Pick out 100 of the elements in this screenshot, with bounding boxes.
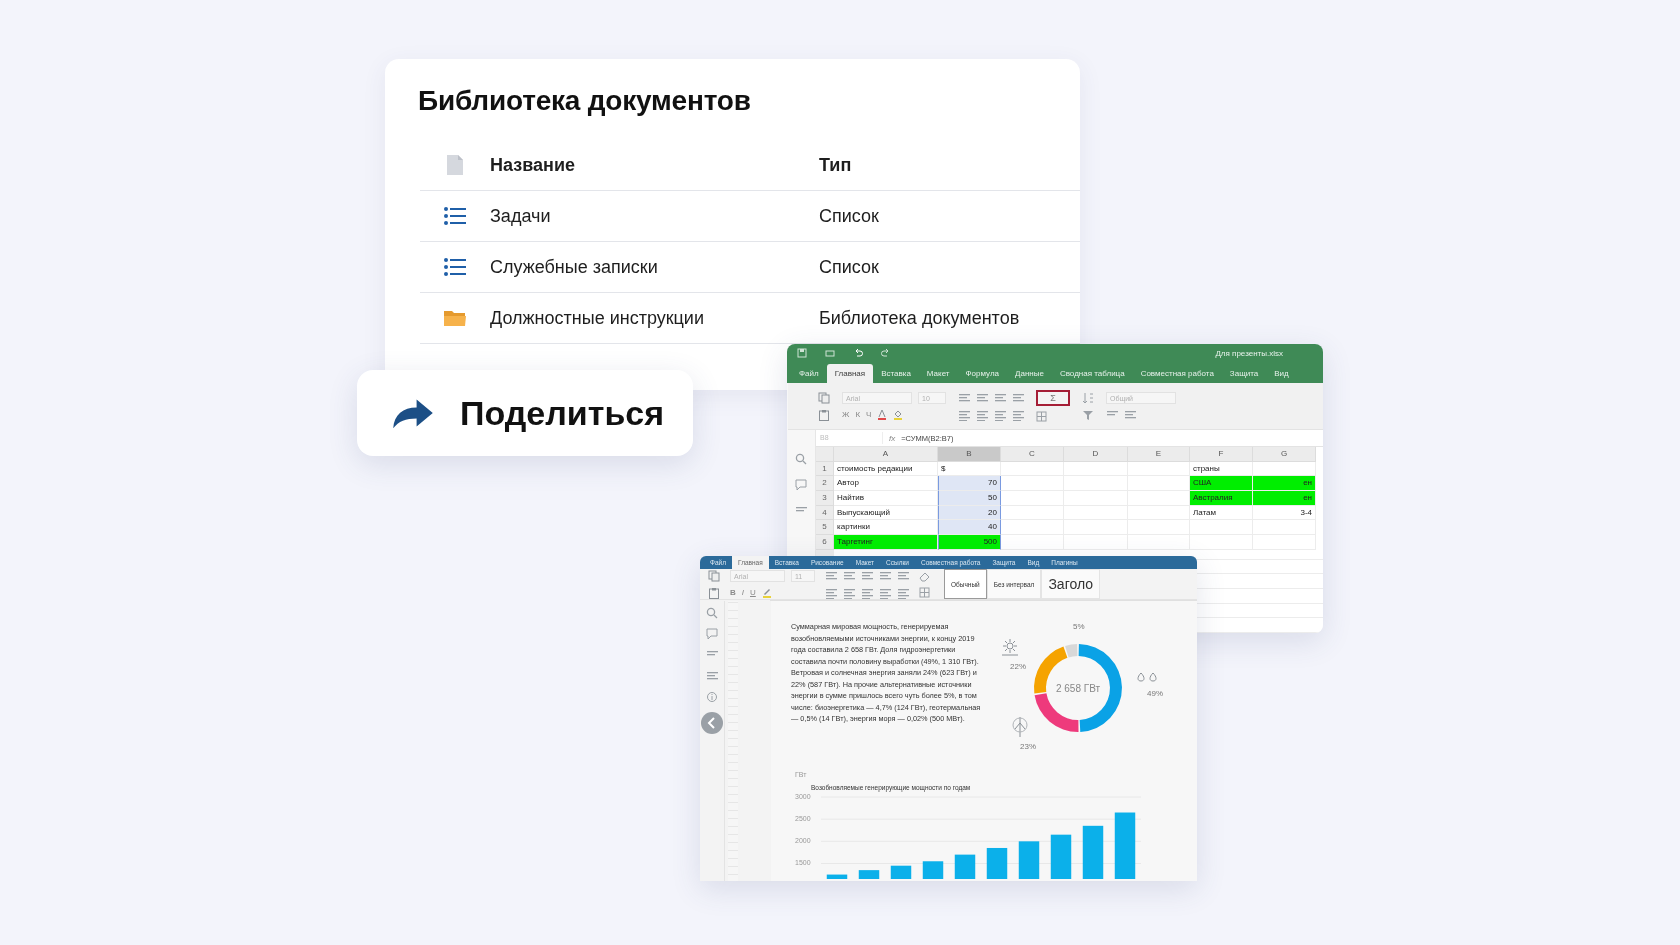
sum-button[interactable]: Σ <box>1036 390 1070 406</box>
spreadsheet-cell: ен <box>1253 476 1316 492</box>
format-button[interactable]: U <box>750 588 756 597</box>
filter-icon <box>1082 408 1094 421</box>
column-header[interactable]: G <box>1253 447 1316 462</box>
format-button[interactable]: B <box>730 588 736 597</box>
document-type: Список <box>819 256 880 278</box>
bar <box>858 870 880 879</box>
paste-icon <box>708 586 720 599</box>
document-name[interactable]: Должностные инструкции <box>490 307 819 329</box>
document-type: Список <box>819 205 880 227</box>
spreadsheet-cell: Таргетинг <box>834 535 938 550</box>
column-header[interactable]: E <box>1128 447 1190 462</box>
ribbon-tab[interactable]: Макет <box>918 364 958 383</box>
undo-icon <box>853 348 863 358</box>
row-header[interactable]: 5 <box>816 520 834 536</box>
column-header: Тип <box>819 154 853 176</box>
function-label: fx <box>889 433 896 443</box>
ribbon-tab[interactable]: Файл <box>791 364 827 383</box>
empty-cell <box>1001 461 1064 477</box>
ribbon-tab[interactable]: Вид <box>1266 364 1297 383</box>
highlight-icon <box>761 587 772 598</box>
bar <box>1018 841 1040 879</box>
align-icon <box>976 391 988 404</box>
ribbon-tab[interactable]: Вставка <box>873 364 919 383</box>
format-button[interactable]: К <box>855 410 861 419</box>
percent-label: 23% <box>1020 742 1036 751</box>
list-format-icon <box>825 569 837 582</box>
redo-icon <box>881 348 891 358</box>
spreadsheet-cell: Латам <box>1190 505 1253 521</box>
column-header[interactable]: A <box>834 447 938 462</box>
column-header[interactable]: F <box>1190 447 1253 462</box>
donut-center-label: 2 658 ГВт <box>1055 683 1101 694</box>
column-header[interactable]: B <box>938 447 1001 462</box>
bar <box>1114 812 1136 879</box>
bar <box>922 861 944 879</box>
print-icon <box>825 348 835 358</box>
ribbon-tab[interactable]: Формула <box>957 364 1007 383</box>
list-format-icon <box>843 569 855 582</box>
comment-icon <box>706 628 718 640</box>
paste-icon <box>818 408 830 421</box>
ribbon-tab[interactable]: Совместная работа <box>1132 364 1222 383</box>
copy-icon <box>818 391 830 404</box>
ribbon-tab[interactable]: Защита <box>1221 364 1267 383</box>
file-name: Для презенты.xlsx <box>1215 348 1283 358</box>
align-icon <box>994 391 1006 404</box>
format-button[interactable]: Ж <box>842 410 850 419</box>
document-name[interactable]: Задачи <box>490 205 819 227</box>
list-icon <box>444 206 466 226</box>
spreadsheet-cell: 500 <box>938 535 1001 550</box>
align-icon <box>1012 391 1024 404</box>
fill-color-icon <box>893 409 904 420</box>
style-preset[interactable]: Заголо <box>1041 569 1101 599</box>
align-icon <box>879 586 891 599</box>
align-icon <box>1012 408 1024 421</box>
water-drops-icon <box>1137 672 1157 682</box>
align-icon <box>843 586 855 599</box>
search-icon <box>795 453 807 465</box>
ribbon-tab[interactable]: Главная <box>826 364 874 383</box>
spreadsheet-cell: ен <box>1253 491 1316 506</box>
bar <box>954 854 976 879</box>
row-header[interactable]: 2 <box>816 476 834 492</box>
copy-icon <box>708 569 720 582</box>
font-color-icon <box>877 409 888 420</box>
align-icon <box>897 586 909 599</box>
column-header: Название <box>490 154 576 176</box>
spreadsheet-cell: США <box>1190 476 1253 492</box>
document-type: Библиотека документов <box>819 307 1021 329</box>
bar <box>1050 834 1072 879</box>
percent-label: 5% <box>1073 622 1085 631</box>
bar <box>1082 825 1104 879</box>
spreadsheet-cell: 70 <box>938 476 1001 492</box>
save-icon <box>797 348 807 358</box>
list-format-icon <box>861 569 873 582</box>
row-header[interactable]: 3 <box>816 491 834 506</box>
spreadsheet-cell: 40 <box>938 520 1001 536</box>
spreadsheet-cell: 3-4 <box>1253 505 1316 521</box>
document-icon <box>446 154 464 176</box>
align-icon <box>825 586 837 599</box>
align-icon <box>994 408 1006 421</box>
format-button[interactable]: Ч <box>866 410 872 419</box>
ribbon-tab[interactable]: Сводная таблица <box>1051 364 1133 383</box>
format-button[interactable]: I <box>741 588 744 597</box>
eraser-icon <box>919 570 930 582</box>
percent-label: 22% <box>1010 662 1026 671</box>
share-button[interactable]: Поделиться <box>357 370 693 456</box>
table-icon <box>1036 411 1047 422</box>
sun-icon <box>1001 638 1019 656</box>
wind-turbine-icon <box>1012 716 1028 738</box>
empty-cell <box>1128 461 1190 477</box>
document-name[interactable]: Служебные записки <box>490 256 819 278</box>
ribbon-tab[interactable]: Данные <box>1007 364 1052 383</box>
bar <box>890 865 912 879</box>
empty-cell <box>1064 461 1128 477</box>
column-header[interactable]: C <box>1001 447 1064 462</box>
percent-label: 49% <box>1147 689 1163 698</box>
column-header[interactable]: D <box>1064 447 1128 462</box>
row-header[interactable]: 6 <box>816 535 834 550</box>
bar <box>826 874 848 879</box>
align-icon <box>958 391 970 404</box>
